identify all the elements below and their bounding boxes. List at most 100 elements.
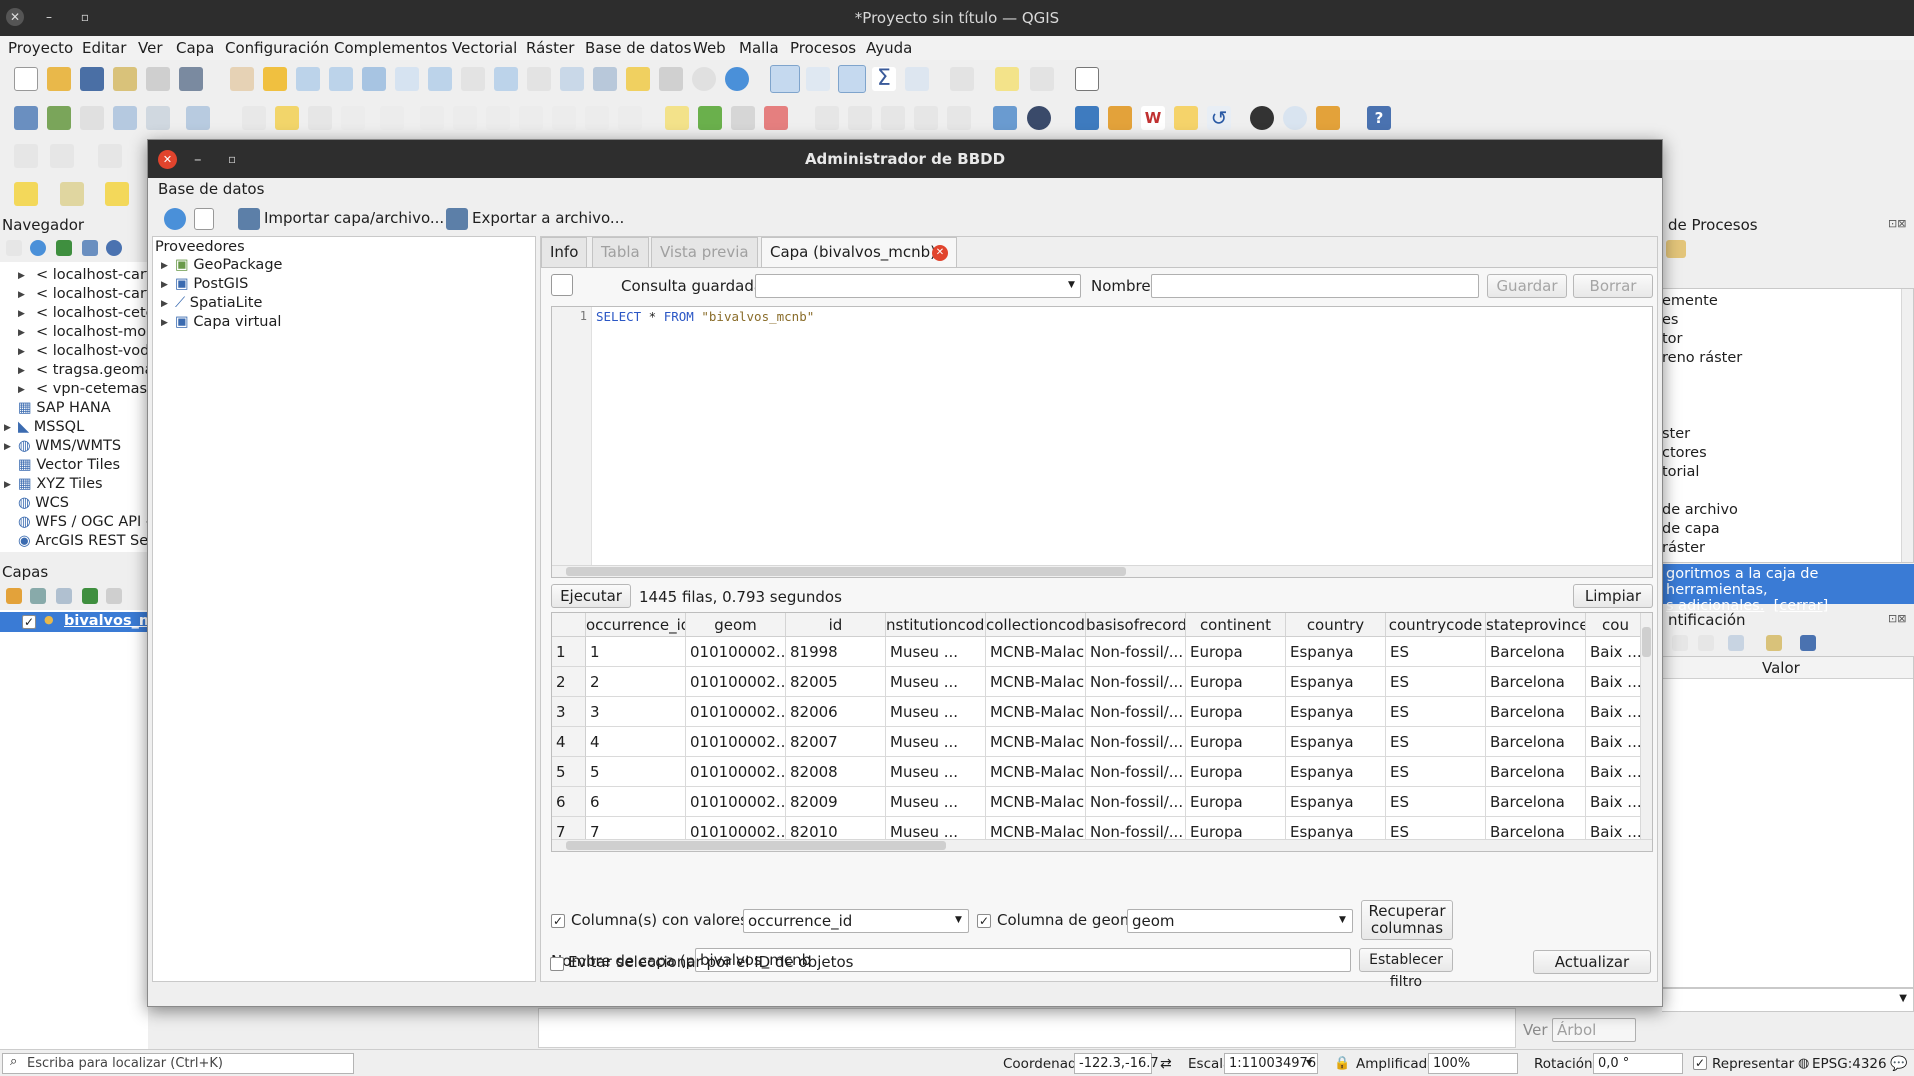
deselect-icon[interactable] bbox=[105, 182, 129, 206]
save-as-icon[interactable] bbox=[113, 67, 137, 91]
table-cell[interactable]: ES bbox=[1386, 757, 1486, 787]
globe-icon[interactable] bbox=[1027, 106, 1051, 130]
coordinate-input[interactable]: -122.3,-16.7 bbox=[1074, 1053, 1159, 1074]
column-header-7[interactable]: country bbox=[1286, 613, 1386, 637]
pin-labels-icon[interactable] bbox=[815, 106, 839, 130]
highlight-label-icon[interactable] bbox=[731, 106, 755, 130]
execute-button[interactable]: Ejecutar bbox=[551, 584, 631, 608]
menu-capa[interactable]: Capa bbox=[176, 39, 214, 57]
table-cell[interactable]: MCNB-Malac bbox=[986, 727, 1086, 757]
table-cell[interactable]: Non-fossil/... bbox=[1086, 637, 1186, 667]
processing-item-2[interactable]: es bbox=[1662, 312, 1678, 328]
row-header[interactable]: 2 bbox=[552, 667, 586, 697]
dialog-close-button[interactable]: ✕ bbox=[158, 150, 177, 169]
new-spatialite-icon[interactable] bbox=[113, 106, 137, 130]
map-tips-icon[interactable] bbox=[995, 67, 1019, 91]
processing-settings-icon[interactable] bbox=[1666, 240, 1686, 258]
navigator-refresh-icon[interactable] bbox=[30, 240, 46, 256]
close-tab-icon[interactable]: ✕ bbox=[932, 245, 948, 261]
identify-help-icon[interactable] bbox=[1800, 635, 1816, 651]
table-cell[interactable]: Barcelona bbox=[1486, 757, 1586, 787]
set-filter-button[interactable]: Establecer filtro bbox=[1359, 948, 1453, 990]
current-edits-icon[interactable] bbox=[242, 106, 266, 130]
zoom-native-icon[interactable] bbox=[461, 67, 485, 91]
provider-geopackage[interactable]: ▣ GeoPackage bbox=[175, 257, 282, 273]
row-header[interactable]: 4 bbox=[552, 727, 586, 757]
paste-icon[interactable] bbox=[552, 106, 576, 130]
tree-item-localhost-3[interactable]: < localhost-cete bbox=[36, 305, 155, 321]
menu-procesos[interactable]: Procesos bbox=[790, 39, 856, 57]
tree-item-wms[interactable]: ◍ WMS/WMTS bbox=[18, 438, 121, 454]
undo-icon[interactable] bbox=[585, 106, 609, 130]
toolbox-icon[interactable] bbox=[838, 65, 866, 93]
pencil-plugin-icon[interactable] bbox=[1174, 106, 1198, 130]
table-cell[interactable]: Espanya bbox=[1286, 637, 1386, 667]
table-cell[interactable]: 82009 bbox=[786, 787, 886, 817]
results-hscrollbar[interactable] bbox=[552, 839, 1652, 851]
menu-ayuda[interactable]: Ayuda bbox=[866, 39, 912, 57]
table-cell[interactable]: 3 bbox=[586, 697, 686, 727]
attribute-table-toggle-icon[interactable] bbox=[905, 67, 929, 91]
manage-visibility-icon[interactable] bbox=[56, 588, 72, 604]
sql-hscroll-thumb[interactable] bbox=[566, 567, 1126, 576]
map-canvas[interactable] bbox=[538, 1008, 1516, 1048]
plugin-home-icon[interactable] bbox=[1108, 106, 1132, 130]
data-source-manager-icon[interactable] bbox=[14, 106, 38, 130]
add-feature-icon[interactable] bbox=[341, 106, 365, 130]
table-cell[interactable]: 010100002... bbox=[686, 637, 786, 667]
properties-icon[interactable] bbox=[106, 240, 122, 256]
navigator-filter-icon[interactable] bbox=[56, 240, 72, 256]
sql-window-icon[interactable] bbox=[194, 208, 214, 230]
processing-item-5[interactable]: ster bbox=[1662, 426, 1690, 442]
column-header-2[interactable]: id bbox=[786, 613, 886, 637]
table-cell[interactable]: Europa bbox=[1186, 637, 1286, 667]
tree-item-wfs[interactable]: ◍ WFS / OGC API - bbox=[18, 514, 151, 530]
table-cell[interactable]: Baix ... bbox=[1586, 787, 1646, 817]
table-cell[interactable]: Non-fossil/... bbox=[1086, 667, 1186, 697]
collapse-all-icon[interactable] bbox=[82, 240, 98, 256]
table-cell[interactable]: Museu ... bbox=[886, 667, 986, 697]
table-cell[interactable]: Europa bbox=[1186, 697, 1286, 727]
add-group-icon[interactable] bbox=[30, 588, 46, 604]
pan-icon[interactable] bbox=[230, 67, 254, 91]
table-cell[interactable]: ES bbox=[1386, 727, 1486, 757]
table-cell[interactable]: 5 bbox=[586, 757, 686, 787]
table-cell[interactable]: 010100002... bbox=[686, 727, 786, 757]
query-builder-icon[interactable] bbox=[551, 274, 573, 296]
dialog-menu-base-de-datos[interactable]: Base de datos bbox=[158, 180, 264, 198]
layer-visibility-checkbox[interactable]: ✓ bbox=[22, 615, 36, 629]
row-header[interactable]: 1 bbox=[552, 637, 586, 667]
toggle-extents-icon[interactable]: ⇄ bbox=[1160, 1056, 1172, 1072]
tree-item-xyz-tiles[interactable]: ▦ XYZ Tiles bbox=[18, 476, 103, 492]
change-label-icon[interactable] bbox=[947, 106, 971, 130]
processing-item-10[interactable]: ráster bbox=[1662, 540, 1705, 556]
search-plugin-icon[interactable] bbox=[1283, 106, 1307, 130]
table-cell[interactable]: Non-fossil/... bbox=[1086, 727, 1186, 757]
column-header-0[interactable]: occurrence_id bbox=[586, 613, 686, 637]
provider-virtual-layer[interactable]: ▣ Capa virtual bbox=[175, 314, 281, 330]
tree-item-localhost-4[interactable]: < localhost-mob bbox=[36, 324, 155, 340]
table-cell[interactable]: Espanya bbox=[1286, 757, 1386, 787]
table-cell[interactable]: 1 bbox=[586, 637, 686, 667]
show-bookmarks-icon[interactable] bbox=[659, 67, 683, 91]
add-selected-icon[interactable] bbox=[6, 240, 22, 256]
tree-item-vpn[interactable]: < vpn-cetemas- bbox=[36, 381, 152, 397]
table-cell[interactable]: Museu ... bbox=[886, 727, 986, 757]
menu-configuracion[interactable]: Configuración bbox=[225, 39, 329, 57]
cut-icon[interactable] bbox=[486, 106, 510, 130]
python-console-icon[interactable] bbox=[1075, 106, 1099, 130]
column-header-3[interactable]: nstitutioncode bbox=[886, 613, 986, 637]
table-cell[interactable]: Barcelona bbox=[1486, 697, 1586, 727]
table-cell[interactable]: ES bbox=[1386, 667, 1486, 697]
magnifier-input[interactable]: 100% bbox=[1428, 1053, 1518, 1074]
identify-float-close-icon[interactable]: ⊡⊠ bbox=[1888, 612, 1906, 625]
new-temp-layer-icon[interactable] bbox=[146, 106, 170, 130]
identify-settings-icon[interactable] bbox=[1766, 635, 1782, 651]
update-button[interactable]: Actualizar bbox=[1533, 950, 1651, 974]
table-cell[interactable]: 82005 bbox=[786, 667, 886, 697]
layer-row-selected[interactable]: ✓ ● bivalvos_mcnb bbox=[0, 612, 183, 632]
table-cell[interactable]: Barcelona bbox=[1486, 637, 1586, 667]
unique-columns-checkbox[interactable]: ✓ bbox=[551, 914, 565, 928]
table-cell[interactable]: 82008 bbox=[786, 757, 886, 787]
tree-item-sap-hana[interactable]: ▦ SAP HANA bbox=[18, 400, 111, 416]
